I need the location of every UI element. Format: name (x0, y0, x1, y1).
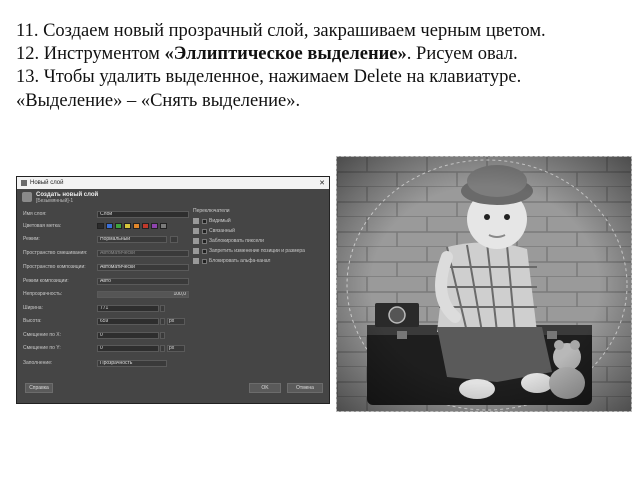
layer-name-input[interactable]: Слой (97, 210, 189, 218)
attr-lock-position[interactable]: Запретить изменение позиции и размера (193, 247, 323, 255)
width-input[interactable]: 771 (97, 304, 159, 312)
width-label: Ширина: (23, 305, 43, 311)
composite-mode-select[interactable]: Авто (97, 277, 189, 285)
instruction-text: 11. Создаем новый прозрачный слой, закра… (16, 20, 628, 113)
opacity-slider[interactable]: 100,0 (97, 290, 189, 298)
tool-name: «Эллиптическое выделение» (164, 44, 407, 65)
blend-space-select[interactable]: Автоматически (97, 249, 189, 257)
opacity-label: Непрозрачность: (23, 291, 63, 297)
composite-mode-row: Режим композиции: Авто (23, 277, 189, 285)
composite-space-select[interactable]: Автоматически (97, 263, 189, 271)
opacity-row: Непрозрачность: 100,0 (23, 290, 189, 298)
color-tag-swatch[interactable] (142, 223, 149, 229)
gimp-icon (22, 192, 32, 202)
width-stepper[interactable] (160, 304, 165, 312)
move-icon (193, 248, 199, 254)
height-row: Высота: 659 px (23, 317, 185, 325)
composite-mode-label: Режим композиции: (23, 278, 69, 284)
color-tag-swatches[interactable] (97, 223, 167, 229)
fill-select[interactable]: Прозрачность (97, 359, 167, 367)
color-tag-row: Цветовая метка: (23, 222, 167, 230)
new-layer-dialog: Новый слой ✕ Создать новый слой [Безымян… (16, 176, 330, 404)
attr-visible[interactable]: Видимый (193, 217, 323, 225)
mode-select[interactable]: Нормальный (97, 235, 167, 243)
color-tag-swatch[interactable] (115, 223, 122, 229)
color-tag-swatch[interactable] (160, 223, 167, 229)
fill-row: Заполнение: Прозрачность (23, 359, 167, 367)
photo-illustration (337, 157, 631, 411)
offset-x-input[interactable]: 0 (97, 331, 159, 339)
eye-icon (193, 218, 199, 224)
color-tag-swatch[interactable] (97, 223, 104, 229)
dialog-subheading: [Безымянный]-1 (36, 198, 74, 204)
dialog-header: Создать новый слой [Безымянный]-1 (17, 189, 329, 206)
child-photo (336, 156, 632, 412)
window-title: Новый слой (30, 180, 64, 186)
app-icon (21, 180, 27, 186)
color-tag-swatch[interactable] (133, 223, 140, 229)
attributes-header: Переключатели (193, 208, 230, 214)
step-12-prefix: 12. Инструментом (16, 44, 165, 65)
ok-button[interactable]: OK (249, 383, 281, 393)
checkbox[interactable] (202, 258, 207, 264)
offset-x-stepper[interactable] (160, 331, 165, 339)
offset-y-row: Смещение по Y: 0 px (23, 344, 185, 352)
help-button[interactable]: Справка (25, 383, 53, 393)
height-stepper[interactable] (160, 317, 165, 325)
offset-y-input[interactable]: 0 (97, 344, 159, 352)
step-13: 13. Чтобы удалить выделенное, нажимаем D… (16, 67, 522, 111)
vignette (337, 157, 631, 411)
mode-reset-icon[interactable] (170, 235, 178, 243)
composite-space-label: Пространство композиции: (23, 264, 86, 270)
checkbox[interactable] (202, 228, 207, 234)
name-label: Имя слоя: (23, 211, 47, 217)
color-tag-swatch[interactable] (124, 223, 131, 229)
attr-lock-alpha[interactable]: Блокировать альфа-канал (193, 257, 323, 265)
mode-label: Режим: (23, 236, 40, 242)
dialog-body: Имя слоя: Слой Цветовая метка: Режим: Но… (17, 206, 329, 376)
layer-attributes: Переключатели Видимый Связанный Заблокир… (193, 208, 323, 267)
attr-linked[interactable]: Связанный (193, 227, 323, 235)
height-label: Высота: (23, 318, 42, 324)
name-row: Имя слоя: Слой (23, 210, 189, 218)
checkbox[interactable] (202, 218, 207, 224)
checkbox[interactable] (202, 238, 207, 244)
height-input[interactable]: 659 (97, 317, 159, 325)
width-row: Ширина: 771 (23, 304, 165, 312)
close-icon[interactable]: ✕ (319, 179, 325, 187)
color-tag-swatch[interactable] (151, 223, 158, 229)
offset-unit-select[interactable]: px (167, 344, 185, 352)
brush-icon (193, 238, 199, 244)
color-tag-label: Цветовая метка: (23, 223, 62, 229)
offset-y-stepper[interactable] (160, 344, 165, 352)
checkbox[interactable] (202, 248, 207, 254)
checkerboard-icon (193, 258, 199, 264)
blend-space-row: Пространство смешивания: Автоматически (23, 249, 189, 257)
cancel-button[interactable]: Отмена (287, 383, 323, 393)
color-tag-swatch[interactable] (106, 223, 113, 229)
dialog-buttons: Справка OK Отмена (17, 383, 329, 395)
offset-x-row: Смещение по X: 0 (23, 331, 165, 339)
offset-x-label: Смещение по X: (23, 332, 61, 338)
chain-icon (193, 228, 199, 234)
attr-lock-pixels[interactable]: Заблокировать пиксели (193, 237, 323, 245)
step-12-suffix: . Рисуем овал. (406, 44, 518, 65)
offset-y-label: Смещение по Y: (23, 345, 61, 351)
dialog-titlebar: Новый слой ✕ (17, 177, 329, 189)
mode-row: Режим: Нормальный (23, 235, 178, 243)
fill-label: Заполнение: (23, 360, 53, 366)
composite-space-row: Пространство композиции: Автоматически (23, 263, 189, 271)
step-11: 11. Создаем новый прозрачный слой, закра… (16, 21, 546, 41)
blend-space-label: Пространство смешивания: (23, 250, 88, 256)
step-12: 12. Инструментом «Эллиптическое выделени… (16, 43, 628, 66)
size-unit-select[interactable]: px (167, 317, 185, 325)
